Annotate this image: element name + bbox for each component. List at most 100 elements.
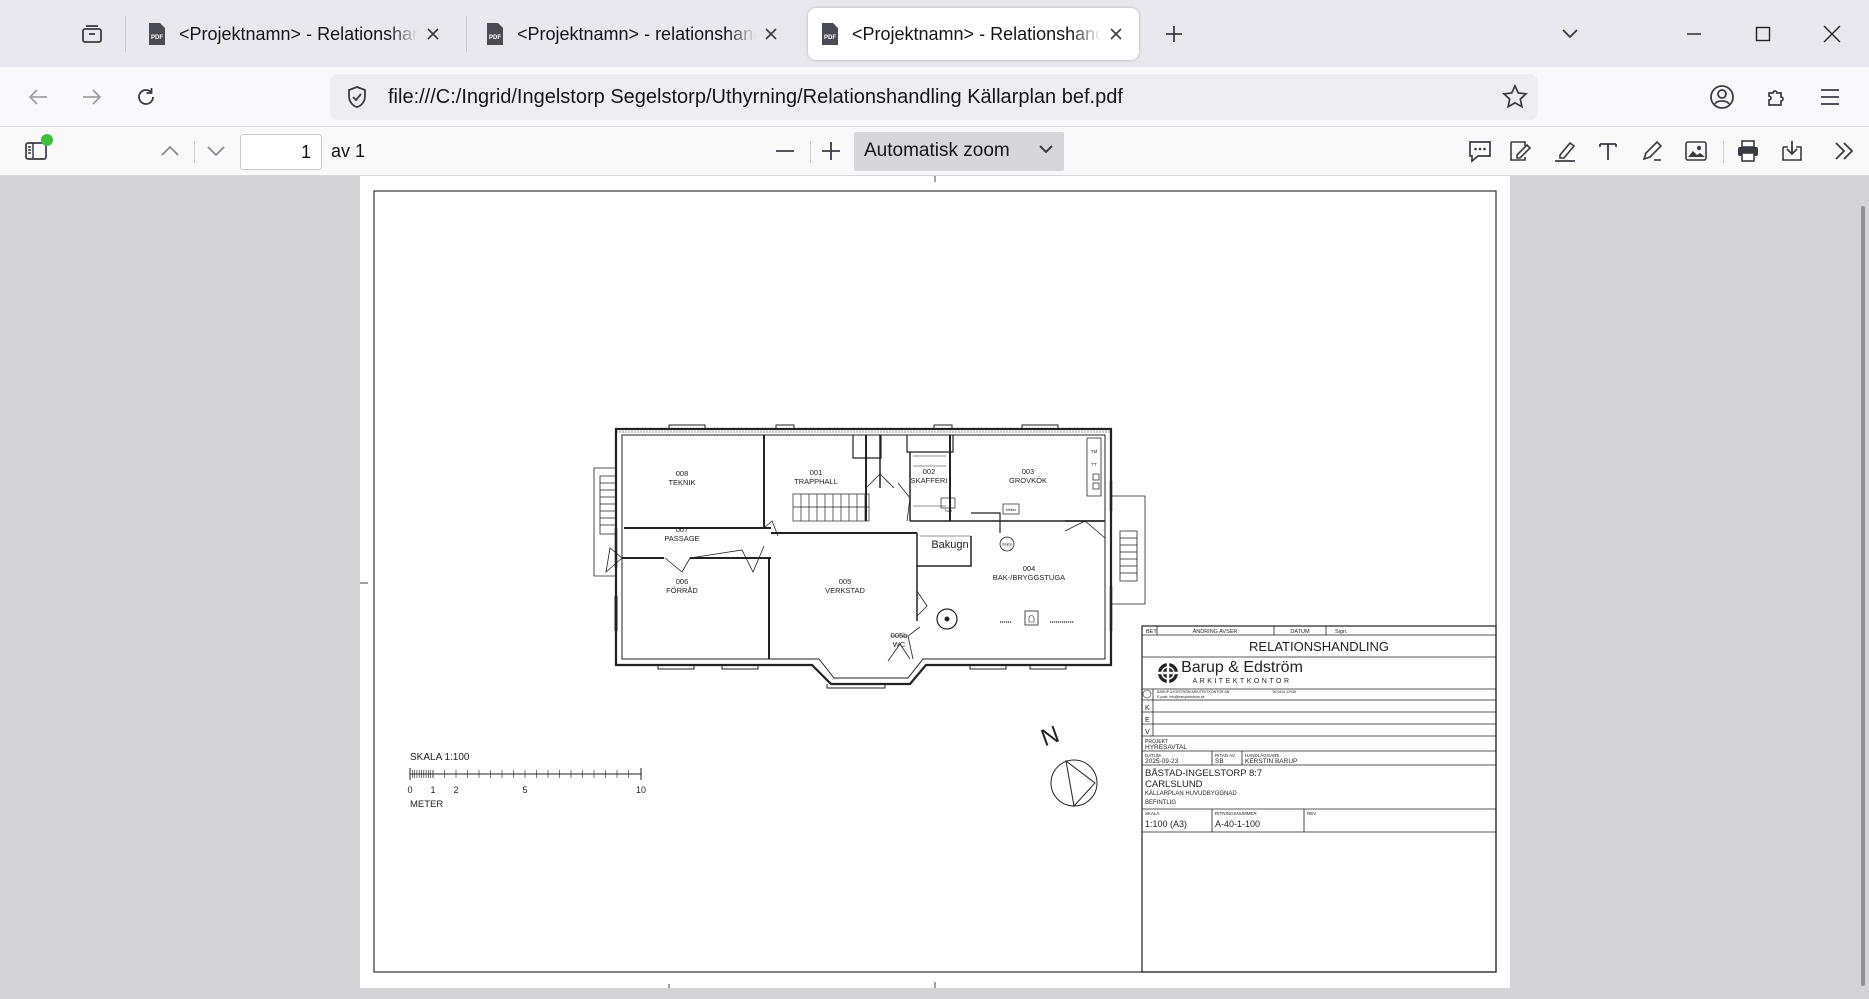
next-page-button[interactable] bbox=[198, 133, 234, 169]
fixture-mellan-label: Mellan bbox=[1006, 508, 1016, 512]
image-icon bbox=[1685, 141, 1707, 161]
room-005b-number: 005b bbox=[891, 631, 908, 640]
toolbar-separator bbox=[194, 141, 195, 163]
barup-edstrom-logo-icon bbox=[1156, 662, 1180, 684]
toolbar-separator bbox=[810, 141, 811, 163]
toolbar-separator bbox=[1723, 141, 1724, 163]
north-arrow: N bbox=[1037, 721, 1098, 808]
date-value: 2025-09-23 bbox=[1145, 758, 1179, 765]
pdf-viewer[interactable]: 008 TEKNIK 001 TRAPPHALL 002 SKAFFERI 00… bbox=[0, 176, 1869, 999]
save-download-button[interactable] bbox=[1774, 133, 1810, 169]
room-008-number: 008 bbox=[676, 469, 689, 478]
back-button[interactable] bbox=[16, 75, 60, 119]
maximize-button[interactable] bbox=[1729, 0, 1797, 67]
tab-2[interactable]: PDF <Projektnamn> - relationshandling bbox=[473, 8, 793, 60]
scale-tick-1: 1 bbox=[430, 785, 435, 795]
room-004-name: BAK-/BRYGGSTUGA bbox=[993, 573, 1065, 582]
drawing-number: A-40-1-100 bbox=[1215, 819, 1260, 829]
previous-page-button[interactable] bbox=[152, 133, 188, 169]
print-button[interactable] bbox=[1730, 133, 1766, 169]
bakugn-label: Bakugn bbox=[931, 539, 968, 551]
download-icon bbox=[1782, 141, 1802, 161]
double-chevron-right-icon bbox=[1835, 142, 1854, 160]
list-all-tabs-button[interactable] bbox=[1550, 14, 1590, 54]
signature-button[interactable] bbox=[1503, 133, 1539, 169]
zoom-value: Automatisk zoom bbox=[864, 140, 1010, 161]
close-tab-icon[interactable] bbox=[422, 23, 443, 45]
rev-label: REV bbox=[1307, 811, 1316, 816]
property-line-2: CARLSLUND bbox=[1145, 779, 1203, 790]
tab-separator bbox=[466, 16, 467, 52]
close-window-button[interactable] bbox=[1798, 0, 1866, 67]
property-line-1: BÅSTAD-INGELSTORP 8:7 bbox=[1145, 768, 1262, 779]
bookmark-star-icon[interactable] bbox=[1502, 84, 1528, 115]
row-k: K bbox=[1145, 705, 1150, 712]
fixture-tvatt-label: Tvätt bbox=[944, 509, 952, 513]
account-button[interactable] bbox=[1700, 75, 1744, 119]
chevron-down-icon bbox=[1562, 29, 1578, 39]
rev-header-sign: Sign. bbox=[1335, 629, 1348, 635]
draw-button[interactable] bbox=[1634, 133, 1670, 169]
scale-tick-10: 10 bbox=[636, 785, 646, 795]
zoom-in-button[interactable] bbox=[813, 133, 849, 169]
new-tab-button[interactable] bbox=[1154, 14, 1194, 54]
text-button[interactable] bbox=[1590, 133, 1626, 169]
close-tab-icon[interactable] bbox=[760, 23, 781, 45]
text-icon bbox=[1599, 143, 1617, 160]
close-tab-icon[interactable] bbox=[1105, 23, 1127, 45]
page-number-input[interactable]: 1 bbox=[240, 134, 322, 170]
comment-icon bbox=[1469, 141, 1491, 163]
room-006-number: 006 bbox=[676, 577, 689, 586]
tracking-protection-shield-icon[interactable] bbox=[334, 85, 380, 109]
scale-value: 1:100 (A3) bbox=[1145, 819, 1187, 829]
fixture-sink-label: Diskho bbox=[1002, 543, 1013, 547]
image-button[interactable] bbox=[1678, 133, 1714, 169]
project-value: HYRESAVTAL bbox=[1145, 744, 1187, 751]
tab-3-active[interactable]: PDF <Projektnamn> - Relationshandling bbox=[808, 8, 1139, 60]
tab-title: <Projektnamn> - Relationshandling bbox=[852, 23, 1102, 44]
url-bar[interactable]: file:///C:/Ingrid/Ingelstorp Segelstorp/… bbox=[330, 74, 1538, 120]
reload-icon bbox=[138, 88, 154, 105]
page-count-label: av 1 bbox=[331, 141, 366, 161]
firm-name: Barup & Edström bbox=[1181, 659, 1303, 676]
url-text[interactable]: file:///C:/Ingrid/Ingelstorp Segelstorp/… bbox=[388, 86, 1123, 109]
scale-bar: SKALA 1:100 0 1 2 5 10 METER bbox=[407, 752, 646, 810]
floor-plan-drawing: 008 TEKNIK 001 TRAPPHALL 002 SKAFFERI 00… bbox=[360, 176, 1497, 988]
room-008-name: TEKNIK bbox=[668, 478, 695, 487]
firm-phone: Tel 0414 12938 bbox=[1272, 690, 1296, 694]
firefox-view-icon bbox=[82, 25, 102, 43]
forward-button[interactable] bbox=[70, 75, 114, 119]
reload-button[interactable] bbox=[124, 75, 168, 119]
north-label: N bbox=[1037, 721, 1063, 752]
firefox-view-button[interactable] bbox=[72, 14, 112, 54]
firm-email: E-post: info@barupedstrom.se bbox=[1157, 695, 1205, 699]
zoom-select[interactable]: Automatisk zoom bbox=[854, 132, 1064, 171]
comment-button[interactable] bbox=[1462, 133, 1498, 169]
chevron-down-icon bbox=[207, 146, 225, 157]
more-tools-button[interactable] bbox=[1826, 133, 1862, 169]
room-005b-name: WC bbox=[893, 640, 906, 649]
app-menu-button[interactable] bbox=[1808, 75, 1852, 119]
hamburger-menu-icon bbox=[1821, 89, 1839, 105]
close-icon bbox=[1823, 25, 1841, 42]
extensions-button[interactable] bbox=[1755, 75, 1799, 119]
room-005-number: 005 bbox=[839, 577, 852, 586]
maximize-icon bbox=[1755, 26, 1771, 41]
chevron-up-icon bbox=[161, 145, 179, 156]
chevron-down-icon bbox=[1039, 145, 1053, 154]
room-006-name: FÖRRÅD bbox=[666, 586, 698, 595]
tab-title: <Projektnamn> - relationshandling bbox=[517, 23, 756, 44]
plus-icon bbox=[1166, 26, 1182, 42]
printer-icon bbox=[1738, 140, 1758, 162]
zoom-out-button[interactable] bbox=[767, 133, 803, 169]
highlight-button[interactable] bbox=[1547, 133, 1583, 169]
minimize-button[interactable] bbox=[1660, 0, 1728, 67]
room-004-number: 004 bbox=[1023, 564, 1036, 573]
row-v: V bbox=[1145, 729, 1150, 736]
svg-text:PDF: PDF bbox=[151, 35, 163, 41]
tab-1[interactable]: PDF <Projektnamn> - Relationshandling bbox=[135, 8, 455, 60]
room-002-number: 002 bbox=[923, 467, 936, 476]
room-005-name: VERKSTAD bbox=[825, 586, 865, 595]
scale-unit: METER bbox=[410, 799, 443, 810]
vertical-scrollbar[interactable] bbox=[1861, 206, 1865, 986]
